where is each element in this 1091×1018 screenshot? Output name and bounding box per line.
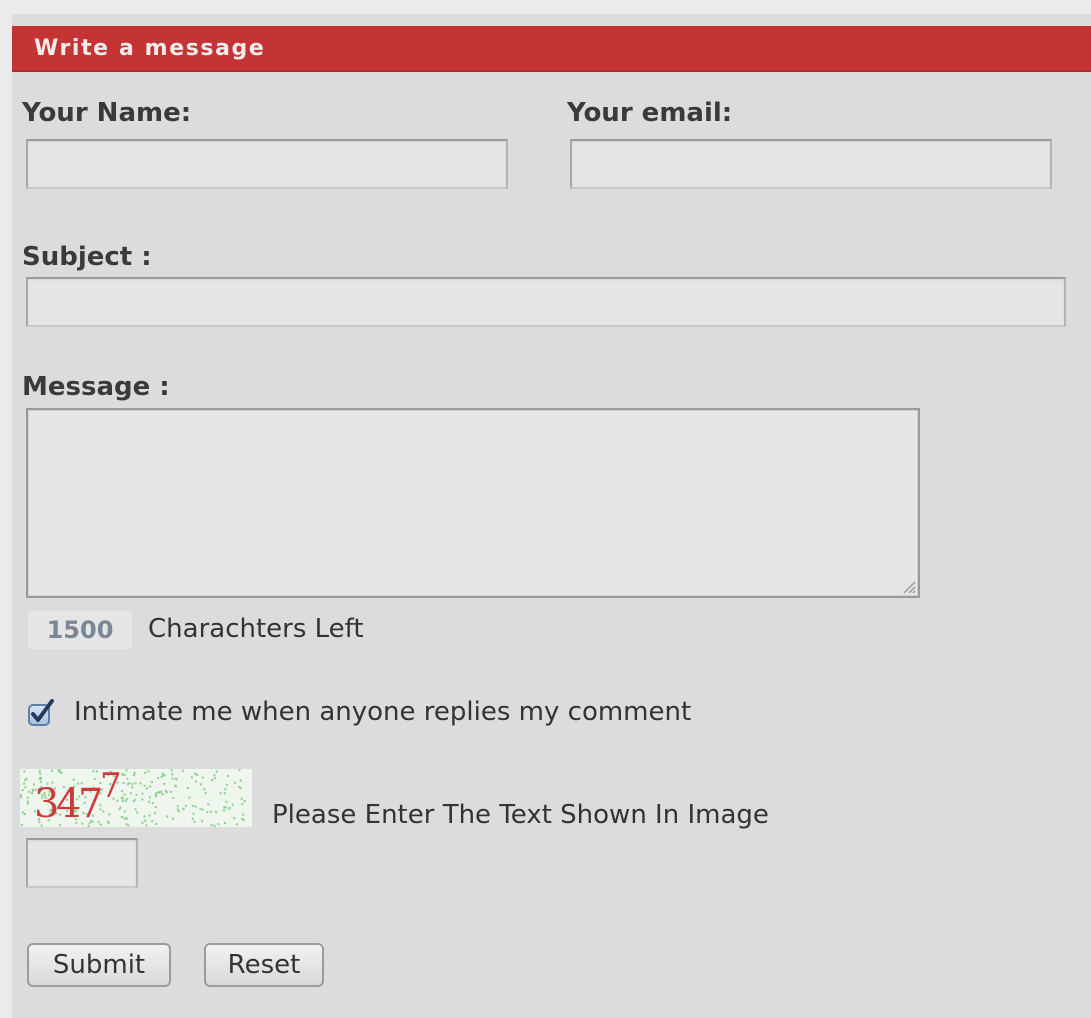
subject-field[interactable] [26,277,1066,327]
captcha-prompt: Please Enter The Text Shown In Image [272,800,769,830]
subject-label: Subject : [22,242,152,272]
captcha-image: 3 4 7 7 [20,769,252,827]
form-title: Write a message [12,26,1091,72]
submit-button[interactable]: Submit [27,943,171,987]
email-field[interactable] [570,139,1052,189]
name-field[interactable] [26,139,508,189]
message-label: Message : [22,372,170,402]
notify-label: Intimate me when anyone replies my comme… [74,697,692,727]
characters-left-label: Charachters Left [148,614,364,644]
notify-checkbox[interactable] [26,698,56,728]
message-form-panel: Write a message Your Name: Your email: S… [12,14,1091,1018]
captcha-input[interactable] [26,838,138,888]
message-textarea[interactable] [26,408,920,598]
svg-text:7: 7 [100,769,122,806]
email-label: Your email: [567,98,733,128]
resize-grip-icon[interactable] [900,578,916,594]
name-label: Your Name: [22,98,192,128]
characters-left-count: 1500 [28,611,132,649]
reset-button[interactable]: Reset [204,943,324,987]
